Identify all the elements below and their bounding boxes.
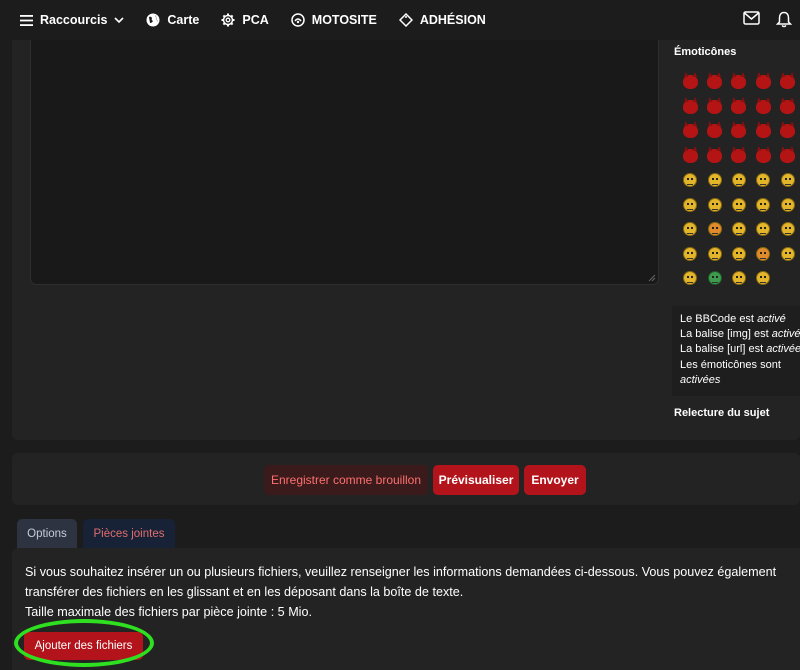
devil-smiley-icon[interactable] [727, 145, 751, 166]
devil-smiley-icon[interactable] [776, 72, 800, 92]
smiley-icon[interactable] [702, 244, 726, 264]
smiley-icon[interactable] [727, 195, 751, 215]
nav-item-carte[interactable]: Carte [146, 13, 199, 27]
smiley-icon[interactable] [727, 268, 751, 288]
devil-smiley-icon[interactable] [727, 96, 751, 117]
hamburger-icon [20, 14, 33, 26]
smiley-icon[interactable] [727, 170, 751, 190]
smiley-icon[interactable] [678, 268, 702, 288]
devil-smiley-icon[interactable] [751, 145, 775, 166]
devil-smiley-icon[interactable] [751, 96, 775, 117]
bbcode-line4: Les émoticônes sont [680, 358, 781, 371]
devil-smiley-icon[interactable] [751, 72, 775, 92]
bbcode-line2-prefix: La balise [img] est [680, 328, 772, 341]
attachments-instructions: Si vous souhaitez insérer un ou plusieur… [25, 562, 800, 622]
smiley-icon[interactable] [702, 195, 726, 215]
message-textarea[interactable] [30, 40, 659, 285]
tab-options[interactable]: Options [17, 519, 77, 548]
smiley-icon[interactable] [727, 244, 751, 264]
bbcode-line2-value: activée [771, 328, 800, 341]
attachments-line1: Si vous souhaitez insérer un ou plusieur… [25, 565, 777, 579]
tab-attachments[interactable]: Pièces jointes [83, 519, 175, 548]
shortcuts-label: Raccourcis [40, 13, 108, 27]
devil-smiley-icon[interactable] [727, 72, 751, 92]
add-files-button[interactable]: Ajouter des fichiers [24, 632, 143, 660]
emoticons-grid [678, 70, 800, 291]
chevron-down-icon [114, 16, 124, 23]
bbcode-line1-prefix: Le BBCode est [680, 313, 758, 325]
devil-smiley-icon[interactable] [776, 96, 800, 117]
nav-label-carte: Carte [167, 13, 200, 27]
smiley-icon[interactable] [776, 219, 800, 239]
bbcode-line3-value: activée [766, 343, 800, 356]
devil-smiley-icon[interactable] [702, 96, 726, 117]
mail-icon[interactable] [743, 11, 760, 25]
smiley-icon[interactable] [776, 170, 800, 190]
devil-smiley-icon[interactable] [678, 121, 702, 141]
devil-smiley-icon[interactable] [776, 121, 800, 141]
smiley-icon[interactable] [776, 244, 800, 264]
tag-icon [398, 13, 413, 27]
bbcode-line5-value: activées [680, 373, 721, 386]
smiley-icon[interactable] [702, 268, 726, 288]
devil-smiley-icon[interactable] [751, 121, 775, 141]
attachments-line3: Taille maximale des fichiers par pièce j… [25, 605, 312, 619]
nav-label-pca: PCA [242, 13, 269, 27]
smiley-icon[interactable] [751, 268, 775, 288]
smiley-icon[interactable] [751, 170, 775, 190]
gear-icon [221, 13, 235, 27]
top-navigation: Raccourcis Carte PCA MOTOSITE ADHÉSION [0, 0, 800, 40]
attachments-line2: transférer des fichiers en les glissant … [25, 585, 464, 599]
devil-smiley-icon[interactable] [702, 145, 726, 166]
devil-smiley-icon[interactable] [702, 72, 726, 92]
shortcuts-menu[interactable]: Raccourcis [20, 13, 124, 27]
nav-item-adhesion[interactable]: ADHÉSION [398, 13, 486, 27]
topic-review-title[interactable]: Relecture du sujet [674, 407, 769, 419]
moto-icon [291, 13, 305, 27]
smiley-icon[interactable] [727, 219, 751, 239]
smiley-icon[interactable] [678, 170, 702, 190]
resize-grip-icon[interactable] [648, 274, 656, 282]
smiley-icon[interactable] [678, 219, 702, 239]
smiley-icon[interactable] [678, 195, 702, 215]
send-button[interactable]: Envoyer [524, 465, 586, 495]
smiley-icon[interactable] [751, 244, 775, 264]
devil-smiley-icon[interactable] [702, 121, 726, 141]
smiley-icon[interactable] [751, 195, 775, 215]
emoticons-title: Émoticônes [674, 46, 737, 58]
nav-item-motosite[interactable]: MOTOSITE [291, 13, 377, 27]
bbcode-line1-value: activé [757, 313, 786, 325]
nav-item-pca[interactable]: PCA [221, 13, 269, 27]
devil-smiley-icon[interactable] [727, 121, 751, 141]
smiley-icon[interactable] [702, 170, 726, 190]
globe-icon [146, 13, 160, 27]
smiley-icon[interactable] [751, 219, 775, 239]
bbcode-line3-prefix: La balise [url] est [680, 343, 767, 356]
smiley-icon[interactable] [776, 195, 800, 215]
bell-icon[interactable] [776, 11, 792, 28]
save-draft-button[interactable]: Enregistrer comme brouillon [264, 465, 428, 495]
devil-smiley-icon[interactable] [776, 145, 800, 166]
devil-smiley-icon[interactable] [678, 145, 702, 166]
preview-button[interactable]: Prévisualiser [433, 465, 519, 495]
nav-label-motosite: MOTOSITE [311, 13, 377, 27]
nav-label-adhesion: ADHÉSION [419, 13, 486, 27]
smiley-icon[interactable] [702, 219, 726, 239]
devil-smiley-icon[interactable] [678, 72, 702, 92]
nav-right-icons [743, 11, 792, 28]
bbcode-status: Le BBCode est activé La balise [img] est… [672, 306, 800, 396]
devil-smiley-icon[interactable] [678, 96, 702, 117]
smiley-icon[interactable] [678, 244, 702, 264]
